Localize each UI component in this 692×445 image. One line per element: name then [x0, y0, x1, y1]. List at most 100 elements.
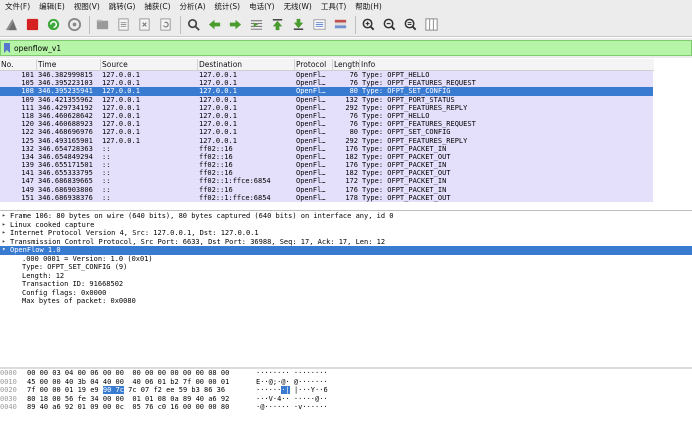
stop-capture-icon[interactable] — [23, 15, 42, 34]
packet-cell-info: Type: OFPT_HELLO — [362, 71, 430, 79]
packet-row[interactable]: 139 346.655171501:: ff02::16 OpenFl… 176 Type… — [0, 161, 653, 170]
menu-item-1[interactable]: 编辑(E) — [36, 0, 71, 13]
packet-row[interactable]: 120 346.460688923 127.0.0.1 127.0.0.1 OpenFl… — [0, 120, 653, 129]
detail-tree-item[interactable]: Max bytes of packet: 0x0080 — [0, 297, 692, 306]
packet-cell-info: Type: OFPT_PACKET_IN — [362, 185, 447, 194]
toolbar-separator — [180, 15, 181, 34]
save-file-icon[interactable] — [114, 15, 133, 34]
packet-cell-info: Type: OFPT_FEATURES_REQUEST — [362, 79, 476, 88]
packet-row[interactable]: 105 346.395223103 127.0.0.1 127.0.0.1 OpenFl… — [0, 79, 653, 88]
menu-item-9[interactable]: 工具(T) — [318, 0, 352, 13]
autoscroll-icon[interactable] — [310, 15, 329, 34]
packet-row[interactable]: 111 346.429734192 127.0.0.1 127.0.0.1 OpenFl… — [0, 103, 653, 112]
go-forward-icon[interactable] — [226, 15, 245, 34]
detail-tree-item[interactable]: Type: OFPT_SET_CONFIG (9) — [0, 263, 692, 272]
packet-row[interactable]: 108 346.395235941 127.0.0.1 127.0.0.1 OpenFl… — [0, 87, 653, 96]
column-header-info[interactable]: Info — [360, 59, 654, 71]
capture-options-icon[interactable] — [65, 15, 84, 34]
resize-columns-icon[interactable] — [422, 15, 441, 34]
detail-tree-text: Max bytes of packet: 0x0080 — [22, 297, 136, 305]
menu-item-3[interactable]: 跳转(G) — [106, 0, 142, 13]
collapsed-arrow-icon[interactable]: ▸ — [2, 221, 6, 230]
collapsed-arrow-icon[interactable]: ▸ — [2, 229, 6, 238]
menu-item-5[interactable]: 分析(A) — [177, 0, 212, 13]
packet-cell-proto: OpenFl… — [296, 193, 326, 202]
packet-row[interactable]: 109 346.421355962 127.0.0.1 127.0.0.1 OpenFl… — [0, 95, 653, 104]
restart-capture-icon[interactable] — [44, 15, 63, 34]
packet-row[interactable]: 134 346.654849294:: ff02::16 OpenFl… 182 Type… — [0, 152, 653, 162]
packet-cell-proto: OpenFl… — [296, 87, 326, 96]
packet-row[interactable]: 118 346.460628642 127.0.0.1 127.0.0.1 OpenFl… — [0, 111, 653, 121]
menu-item-7[interactable]: 电话(Y) — [246, 0, 280, 13]
find-packet-icon[interactable] — [184, 15, 203, 34]
column-header-time[interactable]: Time — [37, 59, 101, 71]
packet-row[interactable]: 151 346.686938376:: ff02::1:ffce:6854 OpenF… — [0, 193, 653, 202]
colorize-icon[interactable] — [331, 15, 350, 34]
wireshark-window: 文件(F) 编辑(E) 视图(V) 跳转(G) 捕获(C) 分析(A) 统计(S) 电话(Y)… — [0, 0, 692, 445]
go-to-packet-icon[interactable] — [247, 15, 266, 34]
detail-tree-item[interactable]: ▸ Transmission Control Protocol, Src Port… — [0, 238, 692, 247]
menu-item-4[interactable]: 捕获(C) — [141, 0, 176, 13]
collapsed-arrow-icon[interactable]: ▸ — [2, 238, 6, 247]
shark-fin-start-icon[interactable] — [2, 15, 21, 34]
menu-item-6[interactable]: 统计(S) — [212, 0, 247, 13]
detail-tree-item[interactable]: ▾ OpenFlow 1.0 — [0, 246, 692, 255]
column-header-destination[interactable]: Destination — [198, 59, 295, 71]
bytes-offset: 0040 — [0, 403, 17, 411]
packet-cell-len: 176 — [345, 161, 358, 170]
packet-cell-no: 132 — [21, 144, 34, 153]
go-first-icon[interactable] — [268, 15, 287, 34]
zoom-normal-icon[interactable] — [401, 15, 420, 34]
packet-cell-time: 346.655333795 — [38, 169, 93, 178]
go-last-icon[interactable] — [289, 15, 308, 34]
packet-cell-proto: OpenFl… — [296, 111, 326, 120]
bytes-offset: 0030 — [0, 394, 17, 403]
packet-cell-no: 151 — [21, 193, 34, 202]
close-file-icon[interactable] — [135, 15, 154, 34]
packet-cell-no: 120 — [21, 120, 34, 129]
packet-list-scroll-area[interactable] — [654, 59, 692, 210]
column-header-protocol[interactable]: Protocol — [295, 59, 333, 71]
detail-tree-item[interactable]: ▸ Frame 106: 80 bytes on wire (640 bits),… — [0, 212, 692, 221]
detail-tree-item[interactable]: .000 0001 = Version: 1.0 (0x01) — [0, 255, 692, 264]
packet-cell-time: 346.460628642 — [38, 111, 93, 120]
go-back-icon[interactable] — [205, 15, 224, 34]
display-filter-box — [0, 40, 692, 56]
menu-item-8[interactable]: 无线(W) — [281, 0, 318, 13]
packet-cell-dst: ff02::16 — [199, 169, 233, 178]
packet-row[interactable]: 141 346.655333795:: ff02::16 OpenFl… 182 Type… — [0, 169, 653, 178]
packet-row[interactable]: 149 346.686903806:: ff02::16 OpenFl… 176 Type… — [0, 185, 653, 194]
packet-cell-src: 127.0.0.1 — [102, 128, 140, 137]
open-file-icon[interactable] — [93, 15, 112, 34]
column-header-no[interactable]: No. — [0, 59, 37, 71]
packet-cell-src: 127.0.0.1 — [102, 120, 140, 129]
packet-cell-info: Type: OFPT_HELLO — [362, 111, 430, 120]
display-filter-input[interactable] — [11, 41, 671, 55]
packet-cell-no: 141 — [21, 169, 34, 178]
ascii-text: ·@······ ·v······ — [256, 403, 328, 411]
expanded-arrow-icon[interactable]: ▾ — [2, 246, 6, 255]
packet-row[interactable]: 101 346.382999815 127.0.0.1 127.0.0.1 OpenFl… — [0, 71, 653, 80]
collapsed-arrow-icon[interactable]: ▸ — [2, 212, 6, 221]
detail-tree-item[interactable]: Transaction ID: 91668502 — [0, 280, 692, 289]
detail-tree-item[interactable]: ▸ Internet Protocol Version 4, Src: 127.0… — [0, 229, 692, 238]
detail-tree-item[interactable]: Config flags: 0x0000 — [0, 289, 692, 298]
packet-row[interactable]: 147 346.686839665:: ff02::1:ffce:6854 OpenF… — [0, 177, 653, 186]
menu-item-10[interactable]: 帮助(H) — [352, 0, 388, 13]
zoom-in-icon[interactable] — [359, 15, 378, 34]
zoom-out-icon[interactable] — [380, 15, 399, 34]
detail-tree-item[interactable]: ▸ Linux cooked capture — [0, 221, 692, 230]
column-header-source[interactable]: Source — [101, 59, 198, 71]
detail-tree-item[interactable]: Length: 12 — [0, 272, 692, 281]
packet-row[interactable]: 125 346.493165901 127.0.0.1 127.0.0.1 OpenFl… — [0, 136, 653, 145]
menu-item-0[interactable]: 文件(F) — [2, 0, 36, 13]
packet-cell-src: 127.0.0.1 — [102, 95, 140, 104]
packet-row[interactable]: 132 346.654728363:: ff02::16 OpenFl… 176 Type… — [0, 144, 653, 153]
column-header-length[interactable]: Length — [333, 59, 360, 71]
menu-item-2[interactable]: 视图(V) — [71, 0, 106, 13]
menu-bar: 文件(F) 编辑(E) 视图(V) 跳转(G) 捕获(C) 分析(A) 统计(S) 电话(Y)… — [0, 0, 692, 13]
packet-row[interactable]: 122 346.468696976 127.0.0.1 127.0.0.1 OpenFl… — [0, 128, 653, 137]
filter-bookmark-icon[interactable] — [3, 42, 11, 54]
reload-file-icon[interactable] — [156, 15, 175, 34]
packet-cell-no: 125 — [21, 136, 34, 145]
